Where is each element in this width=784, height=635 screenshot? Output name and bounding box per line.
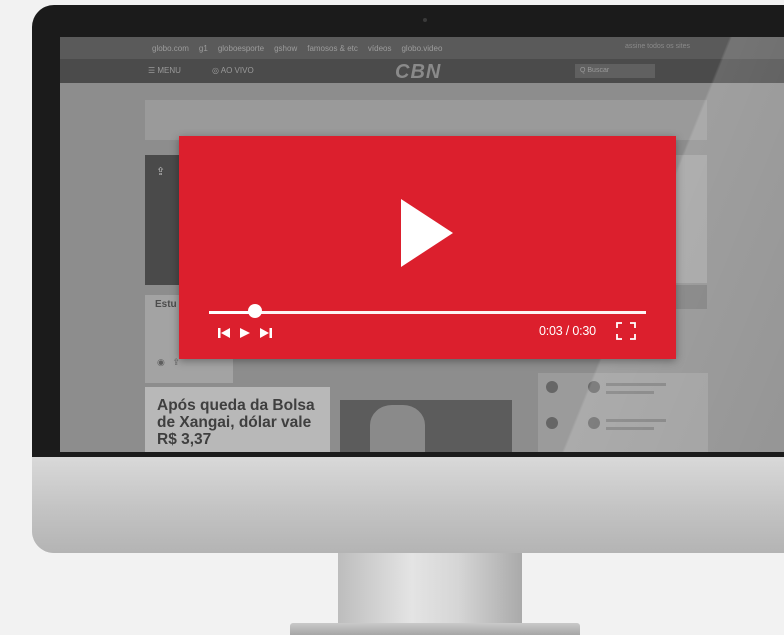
monitor-chin	[32, 457, 784, 553]
progress-handle[interactable]	[247, 304, 262, 318]
camera	[423, 18, 427, 22]
topbar-link[interactable]: gshow	[274, 44, 297, 53]
site-navbar: ☰ MENU ◎ AO VIVO CBN Q Buscar	[60, 59, 784, 83]
list-bullet-icon	[546, 381, 558, 393]
monitor-stand	[338, 553, 522, 627]
list-line	[606, 419, 666, 422]
list-line	[606, 383, 666, 386]
side-list	[538, 373, 708, 452]
progress-bar[interactable]	[209, 304, 646, 318]
site-logo[interactable]: CBN	[395, 61, 441, 84]
time-display: 0:03 / 0:30	[539, 324, 596, 338]
article-photo	[340, 400, 512, 452]
topbar-link[interactable]: globo.video	[401, 44, 442, 53]
topbar-right-links[interactable]: assine todos os sites	[625, 43, 690, 50]
list-line	[606, 391, 654, 394]
list-bullet-icon	[588, 381, 600, 393]
share-icon[interactable]: ⇪	[156, 165, 165, 178]
play-icon[interactable]	[239, 326, 251, 340]
portal-topbar: globo.com g1 globoesporte gshow famosos …	[60, 37, 784, 59]
list-bullet-icon	[546, 417, 558, 429]
photo-subject	[370, 405, 425, 452]
topbar-link[interactable]: g1	[199, 44, 208, 53]
topbar-link[interactable]: globoesporte	[218, 44, 264, 53]
list-line	[606, 427, 654, 430]
topbar-link[interactable]: famosos & etc	[307, 44, 358, 53]
article-headline[interactable]: Após queda da Bolsa de Xangai, dólar val…	[157, 397, 332, 448]
list-bullet-icon	[588, 417, 600, 429]
video-player[interactable]: 0:03 / 0:30	[179, 136, 676, 359]
live-button[interactable]: ◎ AO VIVO	[212, 66, 254, 75]
fullscreen-icon[interactable]	[616, 322, 636, 340]
banner-ad	[145, 100, 707, 140]
play-button-icon[interactable]	[401, 199, 453, 267]
skip-forward-icon[interactable]	[259, 326, 273, 340]
topbar-link[interactable]: vídeos	[368, 44, 392, 53]
search-input[interactable]: Q Buscar	[575, 64, 655, 78]
topbar-link[interactable]: globo.com	[152, 44, 189, 53]
menu-button[interactable]: ☰ MENU	[148, 66, 181, 75]
share-icons-row: ◉ ⇪	[157, 357, 180, 367]
skip-back-icon[interactable]	[217, 326, 231, 340]
monitor-base	[290, 623, 580, 635]
